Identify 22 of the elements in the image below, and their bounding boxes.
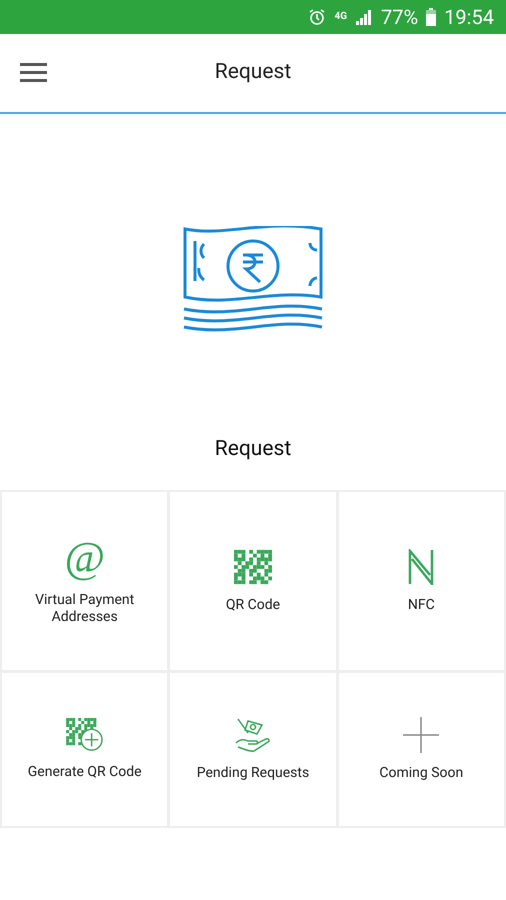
feature-tile[interactable]: Pending Requests (170, 673, 336, 826)
signal-icon (355, 8, 374, 26)
clock: 19:54 (444, 4, 494, 31)
feature-tile[interactable]: Coming Soon (338, 673, 504, 826)
at-icon: @ (64, 536, 105, 580)
page-title: Request (214, 59, 292, 86)
feature-tile[interactable]: @ Virtual Payment Addresses (2, 492, 168, 670)
qr-code-icon (234, 548, 272, 584)
nfc-icon (408, 548, 434, 584)
battery-icon (426, 8, 436, 26)
hand-cash-icon (234, 717, 272, 753)
request-caption: Request (214, 436, 292, 463)
alarm-icon (308, 8, 326, 26)
qr-plus-icon (66, 718, 104, 752)
battery-percent: 77% (381, 4, 418, 31)
banknote-icon (182, 226, 324, 332)
feature-tile[interactable]: Generate QR Code (2, 673, 168, 826)
menu-icon[interactable] (20, 63, 47, 82)
feature-tile[interactable]: NFC (338, 492, 504, 670)
network-type: 4G (334, 12, 348, 22)
feature-tile[interactable]: QR Code (170, 492, 336, 670)
plus-icon (403, 717, 440, 753)
